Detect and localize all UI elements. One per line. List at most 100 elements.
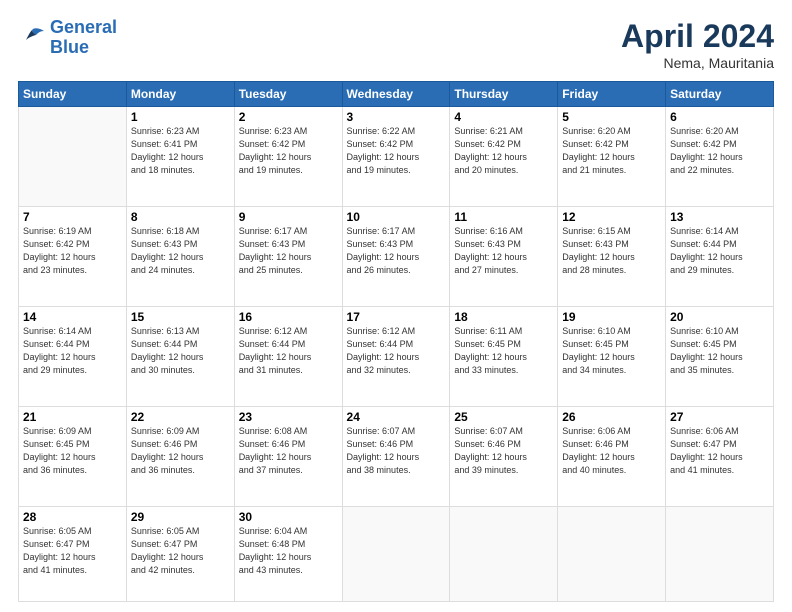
day-info: Sunrise: 6:06 AM Sunset: 6:47 PM Dayligh… [670,425,769,477]
day-info: Sunrise: 6:13 AM Sunset: 6:44 PM Dayligh… [131,325,230,377]
day-number: 19 [562,310,661,324]
day-info: Sunrise: 6:06 AM Sunset: 6:46 PM Dayligh… [562,425,661,477]
day-info: Sunrise: 6:04 AM Sunset: 6:48 PM Dayligh… [239,525,338,577]
day-number: 25 [454,410,553,424]
calendar-cell: 5Sunrise: 6:20 AM Sunset: 6:42 PM Daylig… [558,107,666,207]
day-number: 18 [454,310,553,324]
logo-line1: General [50,17,117,37]
weekday-header: Friday [558,82,666,107]
day-info: Sunrise: 6:12 AM Sunset: 6:44 PM Dayligh… [347,325,446,377]
day-number: 11 [454,210,553,224]
calendar-cell: 26Sunrise: 6:06 AM Sunset: 6:46 PM Dayli… [558,406,666,506]
calendar-cell: 2Sunrise: 6:23 AM Sunset: 6:42 PM Daylig… [234,107,342,207]
calendar-cell: 23Sunrise: 6:08 AM Sunset: 6:46 PM Dayli… [234,406,342,506]
week-row: 28Sunrise: 6:05 AM Sunset: 6:47 PM Dayli… [19,506,774,601]
calendar-cell: 11Sunrise: 6:16 AM Sunset: 6:43 PM Dayli… [450,206,558,306]
day-number: 30 [239,510,338,524]
day-number: 7 [23,210,122,224]
calendar-cell: 14Sunrise: 6:14 AM Sunset: 6:44 PM Dayli… [19,306,127,406]
day-number: 12 [562,210,661,224]
calendar-cell: 4Sunrise: 6:21 AM Sunset: 6:42 PM Daylig… [450,107,558,207]
day-info: Sunrise: 6:22 AM Sunset: 6:42 PM Dayligh… [347,125,446,177]
day-number: 22 [131,410,230,424]
day-info: Sunrise: 6:19 AM Sunset: 6:42 PM Dayligh… [23,225,122,277]
week-row: 7Sunrise: 6:19 AM Sunset: 6:42 PM Daylig… [19,206,774,306]
calendar-cell [450,506,558,601]
calendar-cell [666,506,774,601]
day-info: Sunrise: 6:10 AM Sunset: 6:45 PM Dayligh… [670,325,769,377]
calendar-cell: 22Sunrise: 6:09 AM Sunset: 6:46 PM Dayli… [126,406,234,506]
day-number: 2 [239,110,338,124]
calendar-cell: 18Sunrise: 6:11 AM Sunset: 6:45 PM Dayli… [450,306,558,406]
calendar-cell: 15Sunrise: 6:13 AM Sunset: 6:44 PM Dayli… [126,306,234,406]
weekday-header: Thursday [450,82,558,107]
day-number: 21 [23,410,122,424]
day-info: Sunrise: 6:17 AM Sunset: 6:43 PM Dayligh… [347,225,446,277]
calendar-cell: 8Sunrise: 6:18 AM Sunset: 6:43 PM Daylig… [126,206,234,306]
day-number: 14 [23,310,122,324]
day-number: 3 [347,110,446,124]
calendar-cell: 27Sunrise: 6:06 AM Sunset: 6:47 PM Dayli… [666,406,774,506]
day-info: Sunrise: 6:11 AM Sunset: 6:45 PM Dayligh… [454,325,553,377]
day-info: Sunrise: 6:21 AM Sunset: 6:42 PM Dayligh… [454,125,553,177]
day-number: 6 [670,110,769,124]
day-number: 9 [239,210,338,224]
day-number: 13 [670,210,769,224]
day-info: Sunrise: 6:18 AM Sunset: 6:43 PM Dayligh… [131,225,230,277]
calendar-cell: 20Sunrise: 6:10 AM Sunset: 6:45 PM Dayli… [666,306,774,406]
calendar-table: SundayMondayTuesdayWednesdayThursdayFrid… [18,81,774,602]
day-number: 26 [562,410,661,424]
page: General Blue April 2024 Nema, Mauritania… [0,0,792,612]
day-info: Sunrise: 6:20 AM Sunset: 6:42 PM Dayligh… [562,125,661,177]
weekday-header: Tuesday [234,82,342,107]
day-number: 20 [670,310,769,324]
day-info: Sunrise: 6:07 AM Sunset: 6:46 PM Dayligh… [454,425,553,477]
day-number: 28 [23,510,122,524]
calendar-cell: 7Sunrise: 6:19 AM Sunset: 6:42 PM Daylig… [19,206,127,306]
calendar-cell: 3Sunrise: 6:22 AM Sunset: 6:42 PM Daylig… [342,107,450,207]
week-row: 14Sunrise: 6:14 AM Sunset: 6:44 PM Dayli… [19,306,774,406]
calendar-cell: 13Sunrise: 6:14 AM Sunset: 6:44 PM Dayli… [666,206,774,306]
header: General Blue April 2024 Nema, Mauritania [18,18,774,71]
day-info: Sunrise: 6:09 AM Sunset: 6:46 PM Dayligh… [131,425,230,477]
day-info: Sunrise: 6:05 AM Sunset: 6:47 PM Dayligh… [131,525,230,577]
weekday-header: Monday [126,82,234,107]
day-info: Sunrise: 6:12 AM Sunset: 6:44 PM Dayligh… [239,325,338,377]
logo-text: General Blue [50,18,117,58]
day-number: 24 [347,410,446,424]
weekday-header: Sunday [19,82,127,107]
calendar-cell: 6Sunrise: 6:20 AM Sunset: 6:42 PM Daylig… [666,107,774,207]
calendar-cell: 9Sunrise: 6:17 AM Sunset: 6:43 PM Daylig… [234,206,342,306]
calendar-cell: 12Sunrise: 6:15 AM Sunset: 6:43 PM Dayli… [558,206,666,306]
day-number: 1 [131,110,230,124]
day-number: 29 [131,510,230,524]
week-row: 1Sunrise: 6:23 AM Sunset: 6:41 PM Daylig… [19,107,774,207]
day-info: Sunrise: 6:15 AM Sunset: 6:43 PM Dayligh… [562,225,661,277]
day-info: Sunrise: 6:08 AM Sunset: 6:46 PM Dayligh… [239,425,338,477]
calendar-cell: 19Sunrise: 6:10 AM Sunset: 6:45 PM Dayli… [558,306,666,406]
calendar-cell: 30Sunrise: 6:04 AM Sunset: 6:48 PM Dayli… [234,506,342,601]
logo-icon [18,26,46,50]
calendar-cell: 17Sunrise: 6:12 AM Sunset: 6:44 PM Dayli… [342,306,450,406]
calendar-cell: 10Sunrise: 6:17 AM Sunset: 6:43 PM Dayli… [342,206,450,306]
weekday-header-row: SundayMondayTuesdayWednesdayThursdayFrid… [19,82,774,107]
day-number: 10 [347,210,446,224]
calendar-cell: 28Sunrise: 6:05 AM Sunset: 6:47 PM Dayli… [19,506,127,601]
day-info: Sunrise: 6:05 AM Sunset: 6:47 PM Dayligh… [23,525,122,577]
day-number: 5 [562,110,661,124]
day-info: Sunrise: 6:20 AM Sunset: 6:42 PM Dayligh… [670,125,769,177]
day-number: 23 [239,410,338,424]
weekday-header: Saturday [666,82,774,107]
title-area: April 2024 Nema, Mauritania [621,18,774,71]
logo-line2: Blue [50,37,89,57]
calendar-cell: 24Sunrise: 6:07 AM Sunset: 6:46 PM Dayli… [342,406,450,506]
day-info: Sunrise: 6:10 AM Sunset: 6:45 PM Dayligh… [562,325,661,377]
day-number: 15 [131,310,230,324]
logo: General Blue [18,18,117,58]
day-info: Sunrise: 6:17 AM Sunset: 6:43 PM Dayligh… [239,225,338,277]
calendar-cell: 29Sunrise: 6:05 AM Sunset: 6:47 PM Dayli… [126,506,234,601]
day-number: 17 [347,310,446,324]
weekday-header: Wednesday [342,82,450,107]
day-number: 8 [131,210,230,224]
calendar-cell: 21Sunrise: 6:09 AM Sunset: 6:45 PM Dayli… [19,406,127,506]
